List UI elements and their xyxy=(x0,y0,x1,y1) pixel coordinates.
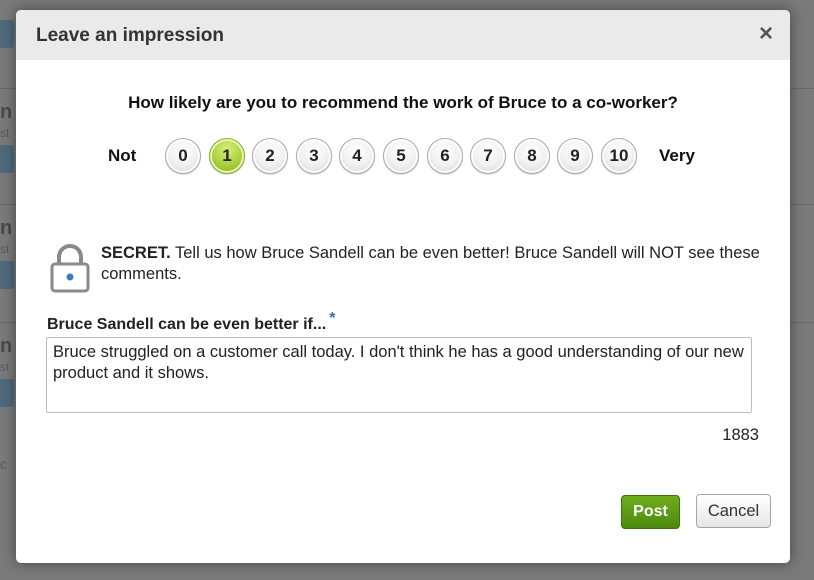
comment-field-label: Bruce Sandell can be even better if... * xyxy=(47,310,335,334)
rating-scale: Not 0 1 2 3 4 5 6 7 8 9 10 Very xyxy=(16,138,790,174)
rating-option-3[interactable]: 3 xyxy=(296,138,332,174)
dialog-title: Leave an impression xyxy=(36,25,224,46)
comment-textarea[interactable]: Bruce struggled on a customer call today… xyxy=(46,337,752,413)
background-row-sub: st xyxy=(0,360,10,374)
rating-option-8[interactable]: 8 xyxy=(514,138,550,174)
rating-option-6[interactable]: 6 xyxy=(427,138,463,174)
cancel-button[interactable]: Cancel xyxy=(696,494,771,528)
secret-notice: SECRET. Tell us how Bruce Sandell can be… xyxy=(46,240,766,296)
post-button[interactable]: Post xyxy=(621,495,680,529)
rating-option-4[interactable]: 4 xyxy=(339,138,375,174)
rating-option-10[interactable]: 10 xyxy=(601,138,637,174)
rating-option-7[interactable]: 7 xyxy=(470,138,506,174)
secret-label: SECRET. xyxy=(101,244,171,262)
background-row-letter: n xyxy=(0,335,13,357)
background-row-sub: st xyxy=(0,126,10,140)
background-row-sub: st xyxy=(0,242,10,256)
dialog-header: Leave an impression × xyxy=(16,10,790,60)
scale-low-label: Not xyxy=(108,146,137,165)
background-top-chip xyxy=(0,20,14,48)
background-row-chip xyxy=(0,145,14,173)
background-row-chip xyxy=(0,261,14,289)
scale-high-label: Very xyxy=(659,146,695,165)
background-row-chip xyxy=(0,379,14,407)
rating-option-5[interactable]: 5 xyxy=(383,138,419,174)
background-row-letter: n xyxy=(0,101,13,123)
character-count: 1883 xyxy=(722,426,759,444)
rating-option-0[interactable]: 0 xyxy=(165,138,201,174)
recommend-question: How likely are you to recommend the work… xyxy=(128,93,678,112)
rating-option-1[interactable]: 1 xyxy=(209,138,245,174)
background-bottom-letter: c xyxy=(0,456,7,472)
lock-icon xyxy=(50,244,90,293)
secret-message: Tell us how Bruce Sandell can be even be… xyxy=(101,244,760,283)
leave-impression-dialog: Leave an impression × How likely are you… xyxy=(16,10,790,563)
background-row-letter: n xyxy=(0,217,13,239)
rating-option-9[interactable]: 9 xyxy=(557,138,593,174)
secret-text: SECRET. Tell us how Bruce Sandell can be… xyxy=(101,243,766,285)
comment-field-label-text: Bruce Sandell can be even better if... xyxy=(47,316,327,333)
required-marker: * xyxy=(329,310,336,327)
close-icon[interactable]: × xyxy=(755,22,777,46)
rating-option-2[interactable]: 2 xyxy=(252,138,288,174)
